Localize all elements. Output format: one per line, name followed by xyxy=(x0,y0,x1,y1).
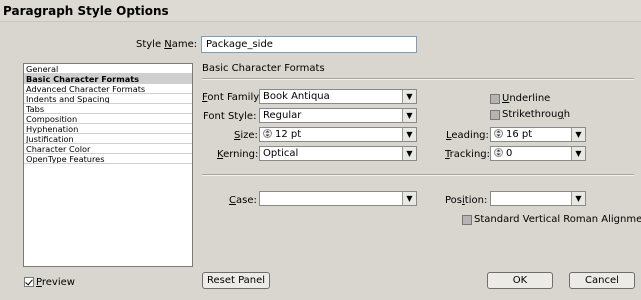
standard-vertical-roman-alignment-label: Standard Vertical Roman Alignment xyxy=(474,214,641,225)
size-combo[interactable]: 12 pt ▼ xyxy=(259,127,417,142)
category-item-advanced-character-formats[interactable]: Advanced Character Formats xyxy=(24,84,192,94)
category-list[interactable]: General Basic Character Formats Advanced… xyxy=(23,63,193,267)
case-dropdown[interactable]: ▼ xyxy=(259,191,417,206)
chevron-down-icon: ▼ xyxy=(402,90,416,103)
standard-vertical-roman-alignment-checkbox[interactable] xyxy=(462,215,472,225)
leading-combo[interactable]: 16 pt ▼ xyxy=(490,127,586,142)
category-item-basic-character-formats[interactable]: Basic Character Formats xyxy=(24,74,192,84)
position-dropdown[interactable]: ▼ xyxy=(490,191,586,206)
spinner-icon[interactable] xyxy=(263,128,272,139)
strikethrough-checkbox[interactable] xyxy=(490,110,500,120)
strikethrough-label: Strikethrough xyxy=(502,109,571,120)
spinner-icon[interactable] xyxy=(494,128,503,139)
kerning-label: Kerning: xyxy=(217,149,259,160)
chevron-down-icon: ▼ xyxy=(402,109,416,122)
chevron-down-icon: ▼ xyxy=(402,147,416,160)
dialog-title: Paragraph Style Options xyxy=(3,4,169,18)
chevron-down-icon: ▼ xyxy=(571,128,585,141)
font-family-dropdown[interactable]: Book Antiqua ▼ xyxy=(259,89,417,104)
reset-panel-button[interactable]: Reset Panel xyxy=(202,272,270,289)
position-label: Position: xyxy=(445,195,488,206)
category-item-general[interactable]: General xyxy=(24,64,192,74)
title-bar: Paragraph Style Options xyxy=(0,0,641,22)
chevron-down-icon: ▼ xyxy=(571,147,585,160)
chevron-down-icon: ▼ xyxy=(402,128,416,141)
preview-label: Preview xyxy=(36,277,75,288)
panel-section-divider xyxy=(202,174,634,176)
chevron-down-icon: ▼ xyxy=(571,192,585,205)
category-item-tabs[interactable]: Tabs xyxy=(24,104,192,114)
chevron-down-icon: ▼ xyxy=(402,192,416,205)
leading-label: Leading: xyxy=(446,130,489,141)
preview-checkbox[interactable] xyxy=(24,277,34,287)
style-name-label: Style Name: xyxy=(136,39,198,50)
size-label: Size: xyxy=(234,130,258,141)
category-item-character-color[interactable]: Character Color xyxy=(24,144,192,154)
underline-label: Underline xyxy=(502,93,551,104)
panel-title: Basic Character Formats xyxy=(202,63,325,74)
category-item-hyphenation[interactable]: Hyphenation xyxy=(24,124,192,134)
font-family-label: Font Family: xyxy=(202,92,262,103)
tracking-label: Tracking: xyxy=(445,149,491,160)
spinner-icon[interactable] xyxy=(494,147,503,158)
category-item-justification[interactable]: Justification xyxy=(24,134,192,144)
panel-title-divider xyxy=(202,78,634,80)
case-label: Case: xyxy=(229,195,257,206)
kerning-dropdown[interactable]: Optical ▼ xyxy=(259,146,417,161)
category-item-indents-and-spacing[interactable]: Indents and Spacing xyxy=(24,94,192,104)
ok-button[interactable]: OK xyxy=(487,272,553,289)
tracking-combo[interactable]: 0 ▼ xyxy=(490,146,586,161)
cancel-button[interactable]: Cancel xyxy=(569,272,635,289)
font-style-label: Font Style: xyxy=(203,111,257,122)
category-item-composition[interactable]: Composition xyxy=(24,114,192,124)
underline-checkbox[interactable] xyxy=(490,94,500,104)
category-item-opentype-features[interactable]: OpenType Features xyxy=(24,154,192,164)
font-style-dropdown[interactable]: Regular ▼ xyxy=(259,108,417,123)
style-name-input[interactable]: Package_side xyxy=(201,36,417,53)
